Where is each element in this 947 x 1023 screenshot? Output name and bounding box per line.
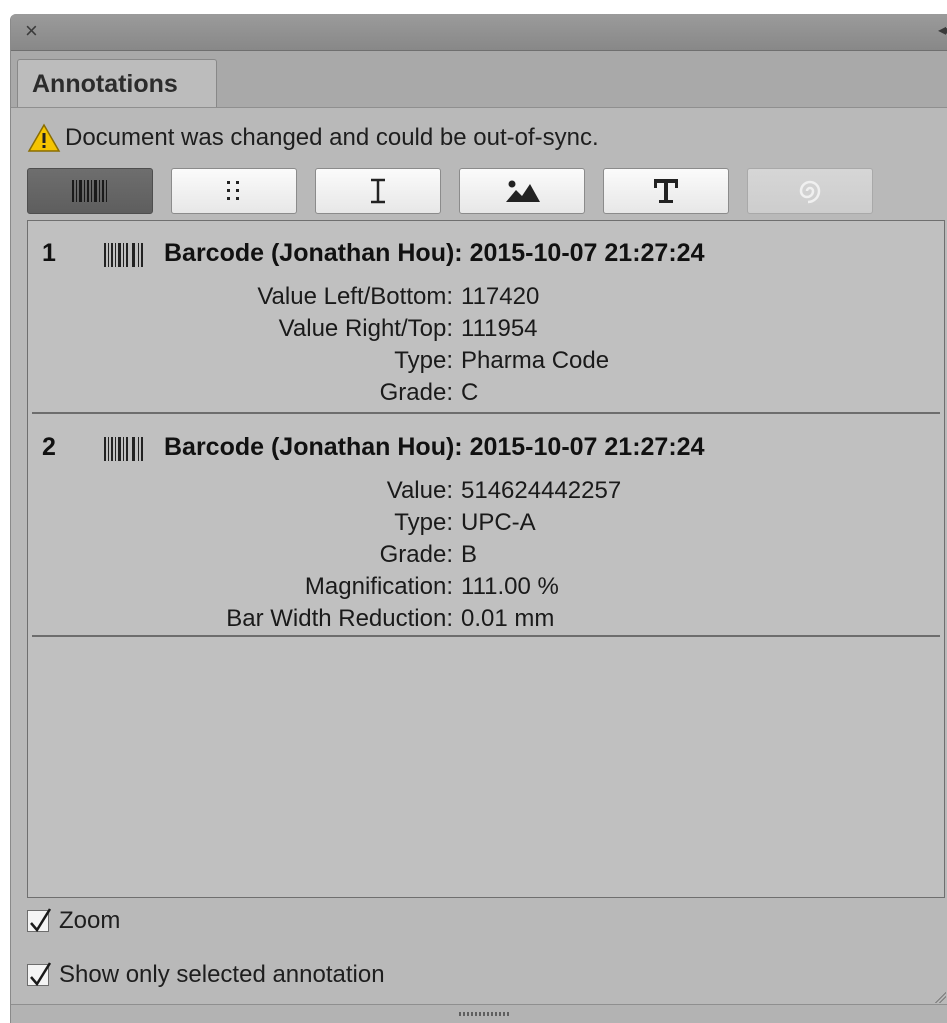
show-only-selected-label: Show only selected annotation bbox=[59, 961, 385, 988]
filter-image-button[interactable] bbox=[459, 168, 585, 214]
list-divider bbox=[32, 635, 940, 637]
sync-warning: Document was changed and could be out-of… bbox=[27, 118, 599, 158]
list-item[interactable]: 2 Barcode (Jonathan Hou): 2015-10-07 21:… bbox=[28, 427, 944, 632]
property-row: Value Right/Top: 111954 bbox=[28, 315, 944, 345]
property-key: Value Right/Top: bbox=[278, 315, 453, 342]
warning-triangle-icon bbox=[27, 123, 61, 152]
property-row: Type: UPC-A bbox=[28, 509, 944, 539]
property-row: Value Left/Bottom: 117420 bbox=[28, 283, 944, 313]
barcode-icon bbox=[72, 180, 107, 202]
annotation-title: Barcode (Jonathan Hou): 2015-10-07 21:27… bbox=[164, 433, 705, 461]
property-key: Grade: bbox=[379, 379, 453, 406]
property-key: Type: bbox=[394, 347, 453, 374]
property-row: Grade: C bbox=[28, 379, 944, 409]
filter-dots-button[interactable] bbox=[171, 168, 297, 214]
property-row: Value: 514624442257 bbox=[28, 477, 944, 507]
property-value: C bbox=[461, 379, 479, 406]
zoom-label: Zoom bbox=[59, 907, 121, 934]
property-value: UPC-A bbox=[461, 509, 536, 536]
annotations-list[interactable]: 1 Barcode (Jonathan Hou): 2015-10-07 21:… bbox=[27, 220, 945, 898]
annotation-number: 2 bbox=[42, 433, 56, 461]
property-key: Value Left/Bottom: bbox=[257, 283, 453, 310]
list-divider bbox=[32, 412, 940, 414]
spiral-icon bbox=[799, 180, 821, 204]
property-key: Grade: bbox=[379, 541, 453, 568]
zoom-checkbox[interactable] bbox=[27, 908, 52, 933]
property-key: Bar Width Reduction: bbox=[226, 605, 453, 632]
show-only-selected-checkbox-row[interactable]: Show only selected annotation bbox=[27, 958, 385, 992]
property-value: 0.01 mm bbox=[461, 605, 555, 632]
panel-titlebar: × ◂◂ bbox=[11, 14, 947, 51]
annotation-header: 2 Barcode (Jonathan Hou): 2015-10-07 21:… bbox=[28, 427, 944, 467]
property-key: Value: bbox=[386, 477, 453, 504]
property-value: Pharma Code bbox=[461, 347, 610, 374]
filter-text-cursor-button[interactable] bbox=[315, 168, 441, 214]
annotation-header: 1 Barcode (Jonathan Hou): 2015-10-07 21:… bbox=[28, 233, 944, 273]
property-row: Grade: B bbox=[28, 541, 944, 571]
property-value: 111954 bbox=[461, 315, 538, 342]
barcode-icon bbox=[104, 243, 143, 267]
tab-strip: Annotations bbox=[11, 51, 947, 108]
tab-annotations[interactable]: Annotations bbox=[17, 59, 217, 107]
annotation-title: Barcode (Jonathan Hou): 2015-10-07 21:27… bbox=[164, 239, 705, 267]
type-icon bbox=[654, 179, 678, 203]
filter-type-button[interactable] bbox=[603, 168, 729, 214]
property-row: Magnification: 111.00 % bbox=[28, 573, 944, 603]
annotations-panel: × ◂◂ Annotations Document was changed an… bbox=[10, 14, 947, 1023]
image-icon bbox=[506, 180, 540, 202]
property-key: Magnification: bbox=[304, 573, 453, 600]
checkmark-icon bbox=[30, 908, 52, 933]
collapse-double-arrow-icon[interactable]: ◂◂ bbox=[938, 23, 947, 39]
text-cursor-icon bbox=[371, 178, 385, 204]
checkmark-icon bbox=[30, 962, 52, 987]
list-item[interactable]: 1 Barcode (Jonathan Hou): 2015-10-07 21:… bbox=[28, 233, 944, 411]
property-value: 514624442257 bbox=[461, 477, 622, 504]
property-row: Type: Pharma Code bbox=[28, 347, 944, 377]
property-row: Bar Width Reduction: 0.01 mm bbox=[28, 605, 944, 635]
zoom-checkbox-row[interactable]: Zoom bbox=[27, 904, 120, 938]
panel-bottom-bar bbox=[11, 1004, 947, 1023]
resize-grip-icon[interactable] bbox=[932, 989, 946, 1003]
barcode-icon bbox=[104, 437, 143, 461]
close-icon[interactable]: × bbox=[25, 20, 38, 42]
warning-text: Document was changed and could be out-of… bbox=[65, 124, 599, 151]
dots-grid-icon bbox=[227, 181, 239, 200]
property-value: 111.00 % bbox=[461, 573, 559, 600]
drag-handle-icon[interactable] bbox=[459, 1012, 511, 1016]
filter-spiral-button[interactable] bbox=[747, 168, 873, 214]
annotation-number: 1 bbox=[42, 239, 56, 267]
filter-barcode-button[interactable] bbox=[27, 168, 153, 214]
show-only-selected-checkbox[interactable] bbox=[27, 962, 52, 987]
property-value: B bbox=[461, 541, 478, 568]
property-value: 117420 bbox=[461, 283, 540, 310]
property-key: Type: bbox=[394, 509, 453, 536]
